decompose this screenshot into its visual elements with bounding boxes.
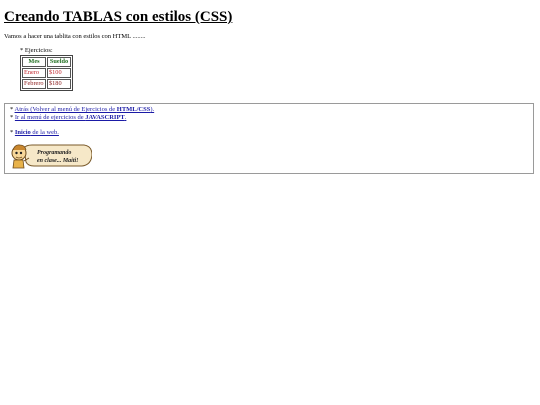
cell-month: Enero xyxy=(22,68,46,78)
home-link-bold: Inicio xyxy=(14,129,31,136)
table-header-row: Mes Sueldo xyxy=(22,57,71,67)
js-link-suffix: . xyxy=(124,114,127,121)
back-link-bold: HTML/CSS xyxy=(116,106,151,113)
navigation-box: * Atrás (Volver al menú de Ejercicios de… xyxy=(4,103,534,174)
page-title: Creando TABLAS con estilos (CSS) xyxy=(4,9,233,25)
back-link-suffix: ). xyxy=(150,106,155,113)
table-row: Enero $100 xyxy=(22,68,71,78)
home-link[interactable]: Inicio de la web. xyxy=(15,129,59,136)
nav-js-line: * Ir al menú de ejercicios de JAVASCRIPT… xyxy=(10,114,126,122)
programando-logo[interactable]: Programando en clase... Maiti! xyxy=(10,142,92,170)
page: Creando TABLAS con estilos (CSS) Vamos a… xyxy=(0,0,540,405)
back-link-text: Atrás (Volver al menú de Ejercicios de xyxy=(14,106,117,113)
table-row: Febrero $180 xyxy=(22,79,71,89)
logo-line2: en clase... Maiti! xyxy=(37,158,79,164)
cell-salary: $100 xyxy=(47,68,71,78)
header-month: Mes xyxy=(22,57,46,67)
nav-home-line: * Inicio de la web. xyxy=(10,129,59,137)
js-link-text: Ir al menú de ejercicios de xyxy=(14,114,86,121)
javascript-menu-link[interactable]: Ir al menú de ejercicios de JAVASCRIPT. xyxy=(15,114,127,121)
header-salary: Sueldo xyxy=(47,57,71,67)
logo-line1: Programando xyxy=(37,150,71,156)
intro-text: Vamos a hacer una tablita con estilos co… xyxy=(4,33,146,40)
exercises-label: * Ejercicios: xyxy=(20,47,53,54)
js-link-bold: JAVASCRIPT xyxy=(85,114,125,121)
back-link[interactable]: Atrás (Volver al menú de Ejercicios de H… xyxy=(15,106,155,113)
salary-table: Mes Sueldo Enero $100 Febrero $180 xyxy=(20,55,73,91)
cell-salary: $180 xyxy=(47,79,71,89)
home-link-text: de la web. xyxy=(30,129,59,136)
nav-back-line: * Atrás (Volver al menú de Ejercicios de… xyxy=(10,106,154,114)
cell-month: Febrero xyxy=(22,79,46,89)
